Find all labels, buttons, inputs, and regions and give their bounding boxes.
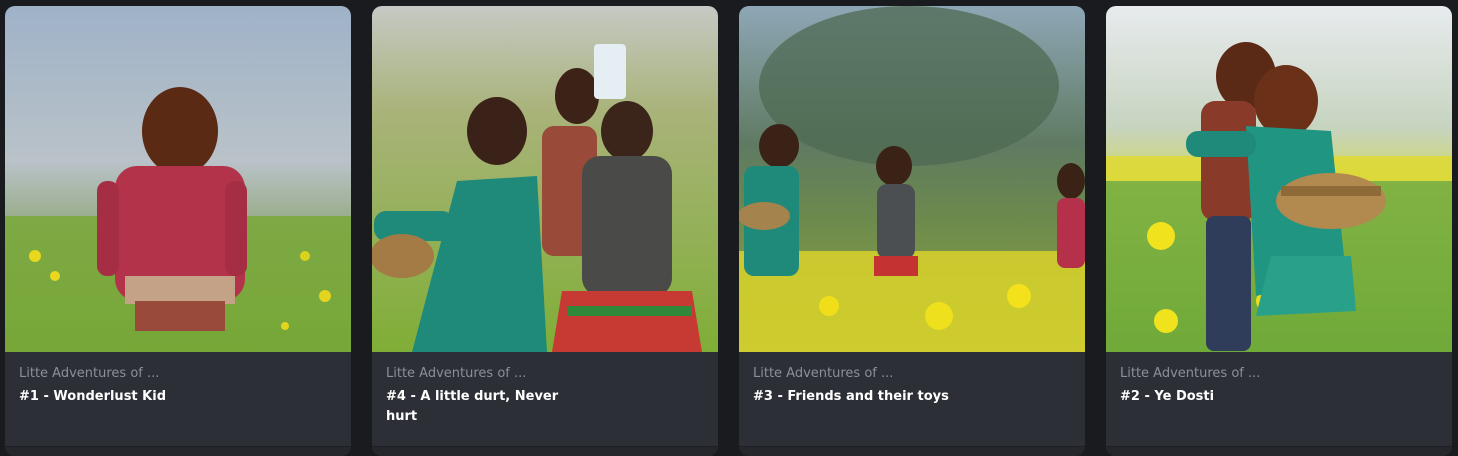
nft-thumbnail-image[interactable] (1106, 6, 1452, 352)
nft-card-grid: Litte Adventures of ... #1 - Wonderlust … (5, 6, 1453, 456)
collection-name: Litte Adventures of ... (19, 366, 160, 381)
nft-title[interactable]: #2 - Ye Dosti (1120, 387, 1320, 407)
nft-title[interactable]: #4 - A little durt, Never hurt (386, 387, 586, 427)
card-footer (372, 446, 718, 456)
nft-thumbnail-image[interactable] (739, 6, 1085, 352)
nft-card[interactable]: Litte Adventures of ... #2 - Ye Dosti (1106, 6, 1452, 456)
card-footer (5, 446, 351, 456)
collection-name: Litte Adventures of ... (1120, 366, 1261, 381)
nft-card[interactable]: Litte Adventures of ... #1 - Wonderlust … (5, 6, 351, 456)
nft-title[interactable]: #1 - Wonderlust Kid (19, 387, 219, 407)
nft-title[interactable]: #3 - Friends and their toys (753, 387, 953, 407)
collection-name: Litte Adventures of ... (753, 366, 894, 381)
collection-name: Litte Adventures of ... (386, 366, 527, 381)
card-footer (739, 446, 1085, 456)
nft-card-meta: Litte Adventures of ... #3 - Friends and… (739, 352, 1085, 446)
nft-card[interactable]: Litte Adventures of ... #4 - A little du… (372, 6, 718, 456)
nft-thumbnail-image[interactable] (372, 6, 718, 352)
card-footer (1106, 446, 1452, 456)
nft-card-meta: Litte Adventures of ... #4 - A little du… (372, 352, 718, 446)
nft-card-meta: Litte Adventures of ... #1 - Wonderlust … (5, 352, 351, 446)
nft-card-meta: Litte Adventures of ... #2 - Ye Dosti (1106, 352, 1452, 446)
nft-thumbnail-image[interactable] (5, 6, 351, 352)
nft-card[interactable]: Litte Adventures of ... #3 - Friends and… (739, 6, 1085, 456)
